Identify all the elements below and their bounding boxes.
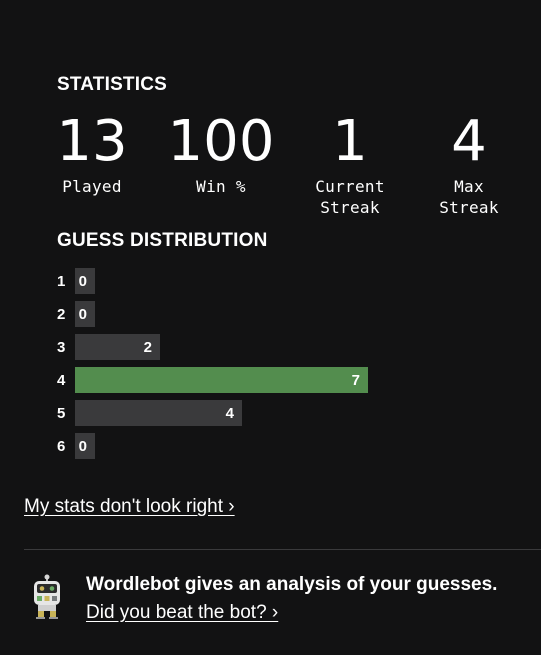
distribution-row: 60: [57, 433, 95, 459]
divider: [24, 549, 541, 550]
distribution-bar: 0: [75, 268, 95, 294]
stat-win-percent: 100 Win %: [168, 108, 275, 197]
stat-value: 4: [451, 109, 487, 174]
distribution-row: 20: [57, 301, 95, 327]
distribution-count: 7: [351, 371, 360, 389]
distribution-bar: 2: [75, 334, 160, 360]
guess-number: 5: [57, 404, 66, 422]
stats-help-link[interactable]: My stats don't look right ›: [24, 496, 235, 518]
beat-the-bot-link[interactable]: Did you beat the bot? ›: [86, 602, 278, 624]
guess-number: 6: [57, 437, 66, 455]
distribution-bar: 4: [75, 400, 242, 426]
stat-value: 13: [56, 109, 128, 174]
distribution-row: 10: [57, 268, 95, 294]
guess-number: 2: [57, 305, 66, 323]
guess-distribution-title: GUESS DISTRIBUTION: [57, 230, 268, 251]
guess-number: 1: [57, 272, 66, 290]
distribution-bar: 7: [75, 367, 368, 393]
stat-max-streak: 4 Max Streak: [439, 108, 499, 218]
stat-value: 100: [167, 109, 275, 174]
guess-number: 4: [57, 371, 66, 389]
distribution-count: 2: [143, 338, 152, 356]
stat-label: Max Streak: [439, 177, 499, 217]
stat-label: Played: [62, 177, 122, 196]
distribution-row: 32: [57, 334, 160, 360]
guess-number: 3: [57, 338, 66, 356]
stat-current-streak: 1 Current Streak: [315, 108, 385, 218]
distribution-count: 0: [78, 305, 87, 323]
robot-icon: [30, 574, 64, 620]
distribution-row: 47: [57, 367, 368, 393]
distribution-bar: 0: [75, 433, 95, 459]
wordlebot-description: Wordlebot gives an analysis of your gues…: [86, 574, 498, 595]
statistics-row: 13 Played 100 Win % 1 Current Streak 4 M…: [0, 108, 541, 218]
stat-label: Current Streak: [315, 177, 385, 217]
distribution-row: 54: [57, 400, 242, 426]
distribution-count: 4: [225, 404, 234, 422]
stat-played: 13 Played: [56, 108, 127, 197]
distribution-bar: 0: [75, 301, 95, 327]
distribution-count: 0: [78, 437, 87, 455]
distribution-count: 0: [78, 272, 87, 290]
stat-value: 1: [332, 109, 368, 174]
statistics-title: STATISTICS: [57, 74, 168, 95]
stat-label: Win %: [196, 177, 246, 196]
